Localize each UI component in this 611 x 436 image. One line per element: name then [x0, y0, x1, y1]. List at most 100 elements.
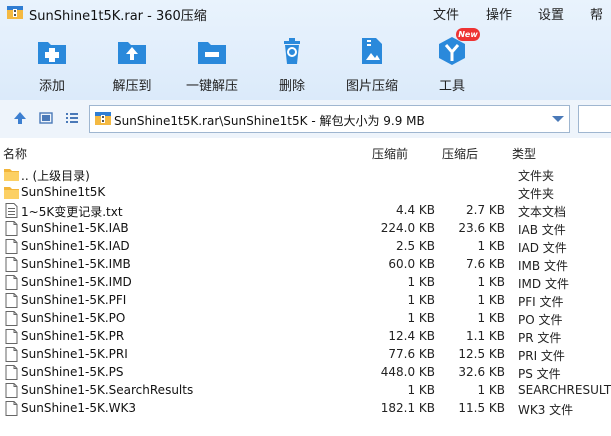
file-compressed-size: 12.5 KB	[458, 347, 505, 361]
extract-to-icon	[118, 42, 146, 64]
file-type: PRI 文件	[518, 349, 565, 363]
file-name: SunShine1-5K.IAD	[21, 239, 130, 253]
file-row[interactable]: SunShine1-5K.WK3 182.1 KB 11.5 KB WK3 文件	[0, 400, 611, 418]
file-row[interactable]: SunShine1-5K.SearchResults 1 KB 1 KB SEARCH…	[0, 382, 611, 400]
file-name: SunShine1-5K.IMB	[21, 257, 131, 271]
archive-icon	[7, 6, 23, 19]
file-name: SunShine1-5K.IAB	[21, 221, 129, 235]
menu-settings[interactable]: 设置	[538, 4, 564, 23]
file-size: 77.6 KB	[388, 347, 435, 361]
one-click-extract-icon	[198, 42, 226, 64]
list-view-icon[interactable]	[65, 111, 79, 125]
file-icon	[5, 239, 18, 254]
add-icon	[38, 42, 66, 64]
file-row[interactable]: .. (上级目录) 文件夹	[0, 166, 611, 184]
file-compressed-size: 2.7 KB	[466, 203, 505, 217]
column-name[interactable]: 名称	[3, 145, 27, 162]
menu-file[interactable]: 文件	[433, 4, 459, 23]
file-row[interactable]: SunShine1-5K.IAD 2.5 KB 1 KB IAD 文件	[0, 238, 611, 256]
path-field[interactable]: SunShine1t5K.rar\SunShine1t5K - 解包大小为 9.…	[89, 105, 570, 133]
add-label: 添加	[38, 79, 65, 94]
window-title: SunShine1t5K.rar - 360压缩	[29, 9, 207, 24]
file-name: SunShine1-5K.IMD	[21, 275, 132, 289]
file-compressed-size: 1 KB	[477, 275, 505, 289]
file-row[interactable]: SunShine1-5K.IMB 60.0 KB 7.6 KB IMB 文件	[0, 256, 611, 274]
file-size: 12.4 KB	[388, 329, 435, 343]
file-compressed-size: 1 KB	[477, 311, 505, 325]
path-text: SunShine1t5K.rar\SunShine1t5K - 解包大小为 9.…	[114, 114, 425, 128]
file-icon	[5, 365, 18, 380]
top-panel: SunShine1t5K.rar - 360压缩 文件 操作 设置 帮 添加 解…	[0, 0, 611, 100]
file-compressed-size: 7.6 KB	[466, 257, 505, 271]
file-row[interactable]: SunShine1-5K.PS 448.0 KB 32.6 KB PS 文件	[0, 364, 611, 382]
file-type: IAD 文件	[518, 241, 567, 255]
title-bar: SunShine1t5K.rar - 360压缩 文件 操作 设置 帮	[0, 0, 611, 26]
delete-label: 删除	[278, 79, 305, 94]
file-name: .. (上级目录)	[21, 169, 90, 183]
trash-icon	[284, 38, 300, 64]
file-row[interactable]: 1~5K变更记录.txt 4.4 KB 2.7 KB 文本文档	[0, 202, 611, 220]
file-row[interactable]: SunShine1-5K.PR 12.4 KB 1.1 KB PR 文件	[0, 328, 611, 346]
file-size: 4.4 KB	[396, 203, 435, 217]
one-click-extract-label: 一键解压	[185, 79, 238, 94]
file-type: PR 文件	[518, 331, 562, 345]
file-name: SunShine1-5K.SearchResults	[21, 383, 194, 397]
file-icon	[5, 293, 18, 308]
file-row[interactable]: SunShine1-5K.IMD 1 KB 1 KB IMD 文件	[0, 274, 611, 292]
file-name: SunShine1-5K.PFI	[21, 293, 127, 307]
file-size: 1 KB	[407, 311, 435, 325]
file-size: 1 KB	[407, 275, 435, 289]
folder-icon	[4, 187, 19, 199]
text-file-icon	[5, 203, 18, 218]
file-row[interactable]: SunShine1-5K.IAB 224.0 KB 23.6 KB IAB 文件	[0, 220, 611, 238]
column-compressed[interactable]: 压缩后	[442, 145, 478, 162]
file-size: 1 KB	[407, 293, 435, 307]
file-type: PS 文件	[518, 367, 561, 381]
file-icon	[5, 257, 18, 272]
menu-help[interactable]: 帮	[590, 4, 603, 23]
file-size: 224.0 KB	[380, 221, 435, 235]
file-type: IMD 文件	[518, 277, 569, 291]
file-compressed-size: 1 KB	[477, 239, 505, 253]
column-type[interactable]: 类型	[512, 145, 536, 162]
image-compress-label: 图片压缩	[345, 79, 398, 94]
file-type: WK3 文件	[518, 403, 574, 417]
file-icon	[5, 275, 18, 290]
menu-operate[interactable]: 操作	[486, 4, 512, 23]
file-size: 60.0 KB	[388, 257, 435, 271]
folder-icon	[4, 169, 19, 181]
file-row[interactable]: SunShine1-5K.PRI 77.6 KB 12.5 KB PRI 文件	[0, 346, 611, 364]
file-type: 文件夹	[518, 169, 555, 183]
up-arrow-icon[interactable]	[13, 111, 27, 125]
file-compressed-size: 1 KB	[477, 383, 505, 397]
file-compressed-size: 11.5 KB	[458, 401, 505, 415]
file-row[interactable]: SunShine1-5K.PO 1 KB 1 KB PO 文件	[0, 310, 611, 328]
file-compressed-size: 1.1 KB	[466, 329, 505, 343]
file-compressed-size: 23.6 KB	[458, 221, 505, 235]
column-size[interactable]: 压缩前	[372, 145, 408, 162]
thumbnail-view-icon[interactable]	[39, 111, 53, 125]
new-badge: New	[456, 28, 480, 41]
file-row[interactable]: SunShine1t5K 文件夹	[0, 184, 611, 202]
file-size: 2.5 KB	[396, 239, 435, 253]
file-type: PFI 文件	[518, 295, 564, 309]
file-type: IMB 文件	[518, 259, 568, 273]
search-input[interactable]	[578, 105, 611, 133]
file-row[interactable]: SunShine1-5K.PFI 1 KB 1 KB PFI 文件	[0, 292, 611, 310]
file-name: SunShine1-5K.PR	[21, 329, 125, 343]
file-compressed-size: 32.6 KB	[458, 365, 505, 379]
archive-icon	[95, 112, 111, 125]
file-icon	[5, 221, 18, 236]
file-icon	[5, 311, 18, 326]
file-type: IAB 文件	[518, 223, 566, 237]
file-type: 文本文档	[518, 205, 567, 219]
file-size: 448.0 KB	[380, 365, 435, 379]
file-type: PO 文件	[518, 313, 563, 327]
file-name: SunShine1t5K	[21, 185, 106, 199]
file-icon	[5, 383, 18, 398]
chevron-down-icon[interactable]	[552, 116, 564, 122]
extract-to-label: 解压到	[112, 79, 152, 94]
tools-label: 工具	[438, 79, 465, 94]
file-type: 文件夹	[518, 187, 555, 201]
image-compress-icon	[362, 38, 382, 64]
